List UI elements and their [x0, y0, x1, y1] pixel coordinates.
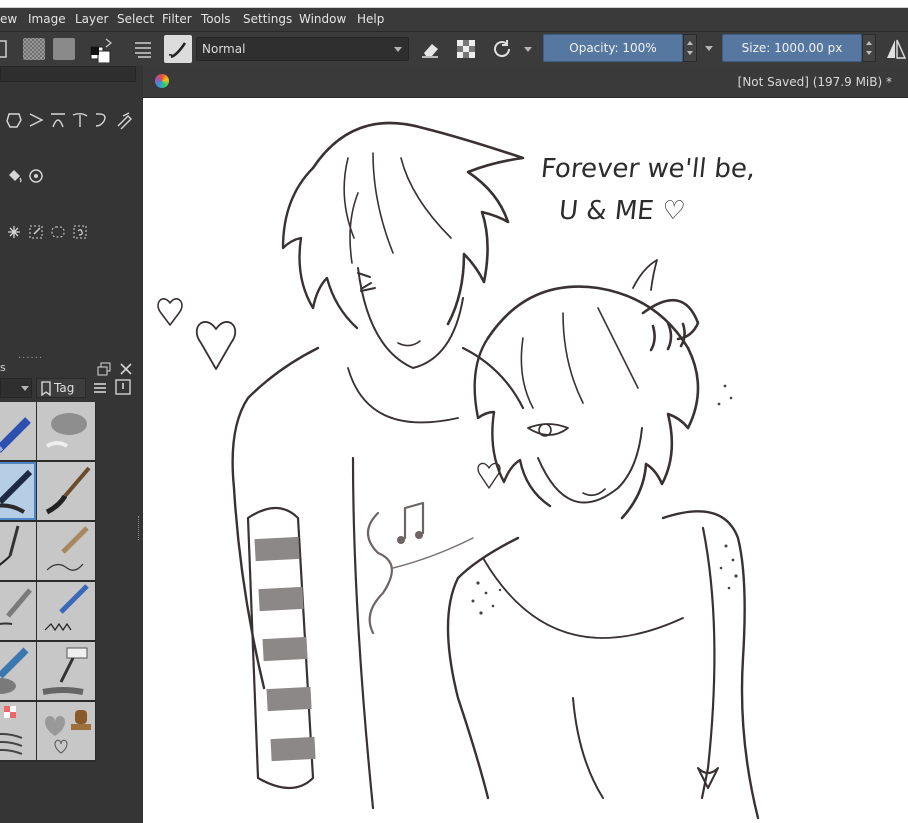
- bezier-selection-tool-icon[interactable]: [48, 222, 68, 242]
- chevron-down-icon: [394, 47, 402, 52]
- brush-preset-grid: [0, 402, 96, 762]
- menu-bar: ew Image Layer Select Filter Tools Setti…: [0, 8, 908, 32]
- menu-filter[interactable]: Filter: [162, 12, 192, 26]
- canvas-tab-bar: [Not Saved] (197.9 MiB) *: [143, 66, 908, 98]
- menu-view[interactable]: ew: [0, 12, 17, 26]
- reload-preset-icon[interactable]: [490, 37, 514, 61]
- size-value: Size: 1000.00 px: [741, 41, 843, 55]
- multibrush-tool-icon[interactable]: [114, 110, 134, 130]
- preset-brush[interactable]: [37, 462, 95, 520]
- fill-tool-icon[interactable]: [4, 166, 24, 186]
- preset-ink-pen-selected[interactable]: [0, 462, 36, 520]
- menu-select[interactable]: Select: [117, 12, 154, 26]
- dock-resize-handle[interactable]: [138, 516, 142, 540]
- chevron-down-icon[interactable]: [705, 46, 713, 51]
- brush-preset-icon[interactable]: [164, 35, 192, 63]
- similar-selection-tool-icon[interactable]: [26, 222, 46, 242]
- preset-pencil[interactable]: [37, 522, 95, 580]
- document-status: [Not Saved] (197.9 MiB) *: [737, 75, 892, 89]
- size-slider[interactable]: Size: 1000.00 px: [722, 34, 862, 62]
- left-docker: ...... s Tag: [0, 66, 142, 823]
- dynamic-brush-tool-icon[interactable]: [92, 110, 112, 130]
- bookmark-icon: [41, 381, 51, 396]
- opacity-value: Opacity: 100%: [569, 41, 657, 55]
- bezier-tool-icon[interactable]: [48, 110, 68, 130]
- tag-button[interactable]: Tag: [36, 378, 86, 398]
- preset-fine-brush[interactable]: [0, 522, 36, 580]
- presets-filter-bar: Tag: [0, 376, 142, 400]
- mirror-horizontal-icon[interactable]: [884, 37, 908, 61]
- preset-blender[interactable]: [37, 402, 95, 460]
- menu-window[interactable]: Window: [299, 12, 346, 26]
- tag-label: Tag: [54, 381, 75, 395]
- docker-title-fragment: s: [0, 361, 6, 374]
- chevron-down-icon[interactable]: [524, 47, 532, 52]
- menu-help[interactable]: Help: [357, 12, 384, 26]
- menu-layer[interactable]: Layer: [75, 12, 108, 26]
- list-view-icon[interactable]: [92, 380, 108, 396]
- freehand-path-tool-icon[interactable]: [70, 110, 90, 130]
- preset-marker[interactable]: [0, 402, 36, 460]
- fg-bg-color-icon[interactable]: [90, 37, 114, 64]
- eraser-icon[interactable]: [418, 37, 442, 61]
- preset-technical-pen[interactable]: [37, 582, 95, 640]
- polygon-tool-icon[interactable]: [4, 110, 24, 130]
- magic-wand-tool-icon[interactable]: [4, 222, 24, 242]
- sketch-artwork: [157, 121, 760, 820]
- preset-airbrush[interactable]: [0, 642, 36, 700]
- toolbox-row: [0, 110, 140, 132]
- polyline-tool-icon[interactable]: [26, 110, 46, 130]
- preset-fountain-pen[interactable]: [0, 582, 36, 640]
- menu-tools[interactable]: Tools: [201, 12, 231, 26]
- opacity-slider[interactable]: Opacity: 100%: [543, 34, 683, 62]
- toolbox-row: [0, 222, 140, 244]
- preset-roller[interactable]: [37, 642, 95, 700]
- preset-texture-smudge[interactable]: [0, 702, 36, 760]
- preset-filter-select[interactable]: [0, 378, 32, 398]
- window-title-bar: [0, 0, 908, 8]
- preset-scrollbar[interactable]: [96, 402, 138, 823]
- opacity-spinner[interactable]: [683, 34, 697, 62]
- edit-brush-settings-icon[interactable]: [132, 37, 156, 61]
- toolbox-row: [0, 166, 140, 188]
- color-sampler-tool-icon[interactable]: [26, 166, 46, 186]
- drawing-canvas[interactable]: Forever we'll be, U & ME ♡: [143, 98, 908, 823]
- handwritten-caption-line1: Forever we'll be,: [539, 154, 757, 184]
- blend-mode-select[interactable]: Normal: [196, 37, 409, 61]
- gradient-swatch-icon[interactable]: [52, 37, 76, 61]
- color-wheel-icon[interactable]: [155, 74, 169, 88]
- menu-image[interactable]: Image: [28, 12, 66, 26]
- preset-stamp[interactable]: [37, 702, 95, 760]
- chevron-down-icon: [21, 386, 29, 391]
- pattern-swatch-icon[interactable]: [22, 37, 46, 61]
- docker-input[interactable]: [0, 66, 136, 82]
- freehand-selection-tool-icon[interactable]: [70, 222, 90, 242]
- blend-mode-value: Normal: [202, 42, 246, 56]
- size-spinner[interactable]: [862, 34, 876, 62]
- document-icon[interactable]: [0, 37, 18, 61]
- handwritten-caption-line2: U & ME ♡: [557, 196, 687, 226]
- menu-settings[interactable]: Settings: [243, 12, 292, 26]
- float-docker-icon[interactable]: [96, 361, 112, 377]
- import-preset-icon[interactable]: [114, 378, 132, 396]
- close-icon[interactable]: [118, 361, 134, 377]
- preserve-alpha-icon[interactable]: [454, 37, 478, 61]
